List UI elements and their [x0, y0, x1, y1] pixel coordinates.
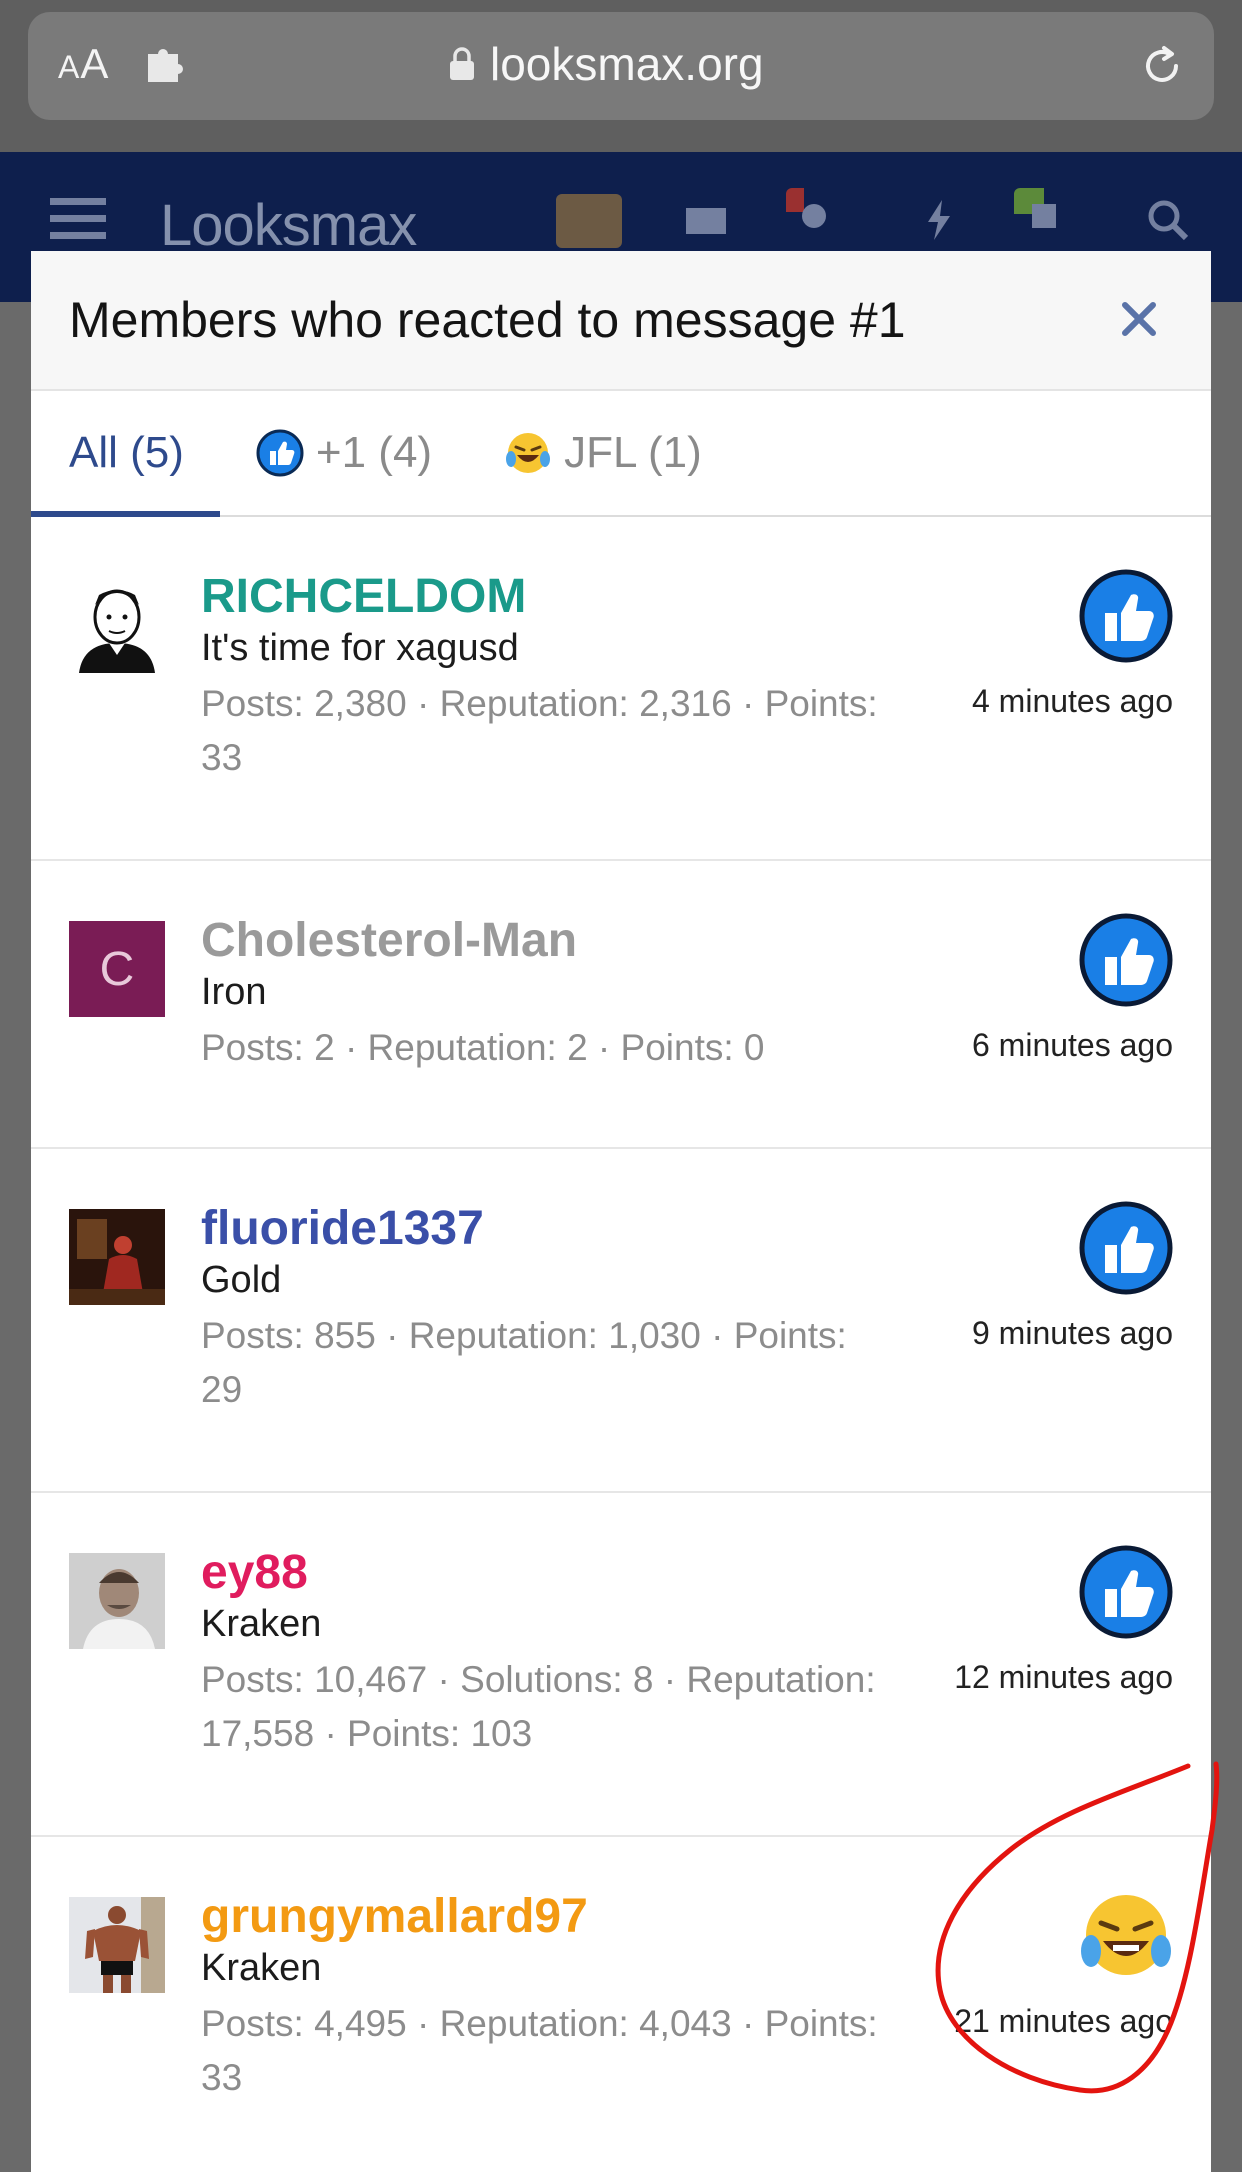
browser-chrome: AA looksmax.org	[0, 0, 1242, 152]
user-stats: Posts: 4,495 · Reputation: 4,043 · Point…	[201, 1997, 961, 2105]
user-stats-line: Posts: 2 · Reputation: 2 · Points: 0	[201, 1027, 765, 1068]
avatar[interactable]	[69, 1553, 165, 1649]
reaction-tabs: All (5) +1 (4) JFL (1)	[31, 391, 1211, 517]
search-icon	[1148, 200, 1189, 241]
user-stats-line: 33	[201, 737, 243, 778]
tab-plus-one[interactable]: +1 (4)	[220, 391, 468, 515]
avatar[interactable]	[69, 1209, 165, 1305]
thumbs-up-icon	[1079, 1201, 1173, 1295]
avatar[interactable]	[69, 577, 165, 673]
user-stats-line: Posts: 855 · Reputation: 1,030 · Points:	[201, 1315, 847, 1356]
user-title: Gold	[201, 1259, 282, 1301]
laughing-crying-emoji-icon	[506, 433, 551, 473]
reaction-list: RICHCELDOM It's time for xagusd Posts: 2…	[31, 517, 1211, 2172]
user-title: It's time for xagusd	[201, 627, 519, 669]
alerts-bell-icon	[786, 188, 826, 228]
tab-all-label: All (5)	[69, 428, 184, 477]
avatar-letter: C	[69, 921, 165, 1017]
username[interactable]: RICHCELDOM	[201, 569, 526, 624]
site-logo: Looksmax	[160, 193, 417, 258]
thumbs-up-icon	[256, 429, 304, 477]
aa-large-letter: A	[80, 40, 110, 87]
user-stats-line: 17,558 · Points: 103	[201, 1713, 533, 1754]
list-item: grungymallard97 Kraken Posts: 4,495 · Re…	[31, 1837, 1211, 2172]
tab-jfl[interactable]: JFL (1)	[468, 391, 738, 515]
reaction-time: 21 minutes ago	[954, 2003, 1173, 2039]
thumbs-up-icon	[1079, 569, 1173, 663]
reactions-modal: Members who reacted to message #1 All (5…	[31, 251, 1211, 2172]
painting-avatar-icon	[69, 1209, 165, 1305]
bodybuilder-avatar-icon	[69, 1897, 165, 1993]
user-stats-line: 33	[201, 2057, 243, 2098]
reaction-time: 4 minutes ago	[971, 683, 1173, 719]
user-stats: Posts: 855 · Reputation: 1,030 · Points:…	[201, 1309, 961, 1417]
reaction-time: 6 minutes ago	[971, 1027, 1173, 1063]
list-item: RICHCELDOM It's time for xagusd Posts: 2…	[31, 517, 1211, 861]
laughing-crying-emoji-icon	[1081, 1895, 1171, 1975]
header-avatar-icon	[556, 194, 622, 248]
text-size-button[interactable]: AA	[58, 40, 109, 88]
modal-title: Members who reacted to message #1	[69, 292, 906, 348]
hamburger-menu-icon	[50, 198, 106, 239]
mail-icon	[686, 208, 726, 234]
chat-icon	[1014, 188, 1056, 228]
modal-header: Members who reacted to message #1	[31, 251, 1211, 391]
list-item: ey88 Kraken Posts: 10,467 · Solutions: 8…	[31, 1493, 1211, 1837]
username[interactable]: Cholesterol-Man	[201, 913, 577, 968]
extension-puzzle-icon[interactable]	[144, 48, 188, 84]
address-bar[interactable]: AA looksmax.org	[28, 12, 1214, 120]
close-icon[interactable]	[1119, 299, 1159, 339]
avatar[interactable]	[69, 1897, 165, 1993]
tab-all[interactable]: All (5)	[31, 391, 220, 517]
wojak-suit-avatar-icon	[79, 589, 155, 673]
list-item: C Cholesterol-Man Iron Posts: 2 · Reputa…	[31, 861, 1211, 1149]
user-stats-line: Posts: 10,467 · Solutions: 8 · Reputatio…	[201, 1659, 876, 1700]
user-title: Kraken	[201, 1603, 322, 1645]
list-item: fluoride1337 Gold Posts: 855 · Reputatio…	[31, 1149, 1211, 1493]
url-text: looksmax.org	[490, 38, 764, 90]
username[interactable]: fluoride1337	[201, 1201, 484, 1256]
thumbs-up-icon	[1079, 1545, 1173, 1639]
man-photo-avatar-icon	[69, 1553, 165, 1649]
reaction-time: 12 minutes ago	[954, 1659, 1173, 1695]
url-display[interactable]: looksmax.org	[448, 34, 764, 94]
tab-plus-one-label: +1 (4)	[315, 428, 433, 477]
user-title: Iron	[201, 971, 267, 1013]
user-title: Kraken	[201, 1947, 322, 1989]
user-stats: Posts: 2 · Reputation: 2 · Points: 0	[201, 1021, 961, 1075]
thumbs-up-icon	[1079, 913, 1173, 1007]
user-stats: Posts: 2,380 · Reputation: 2,316 · Point…	[201, 677, 961, 785]
tab-jfl-label: JFL (1)	[564, 428, 702, 477]
reaction-time: 9 minutes ago	[971, 1315, 1173, 1351]
reload-icon[interactable]	[1138, 42, 1186, 90]
lock-icon	[450, 47, 474, 80]
user-stats-line: Posts: 4,495 · Reputation: 4,043 · Point…	[201, 2003, 878, 2044]
lightning-icon	[928, 200, 950, 240]
avatar[interactable]: C	[69, 921, 165, 1017]
aa-small-letter: A	[58, 49, 81, 85]
user-stats: Posts: 10,467 · Solutions: 8 · Reputatio…	[201, 1653, 961, 1761]
user-stats-line: 29	[201, 1369, 243, 1410]
username[interactable]: ey88	[201, 1545, 308, 1600]
user-stats-line: Posts: 2,380 · Reputation: 2,316 · Point…	[201, 683, 878, 724]
username[interactable]: grungymallard97	[201, 1889, 588, 1944]
